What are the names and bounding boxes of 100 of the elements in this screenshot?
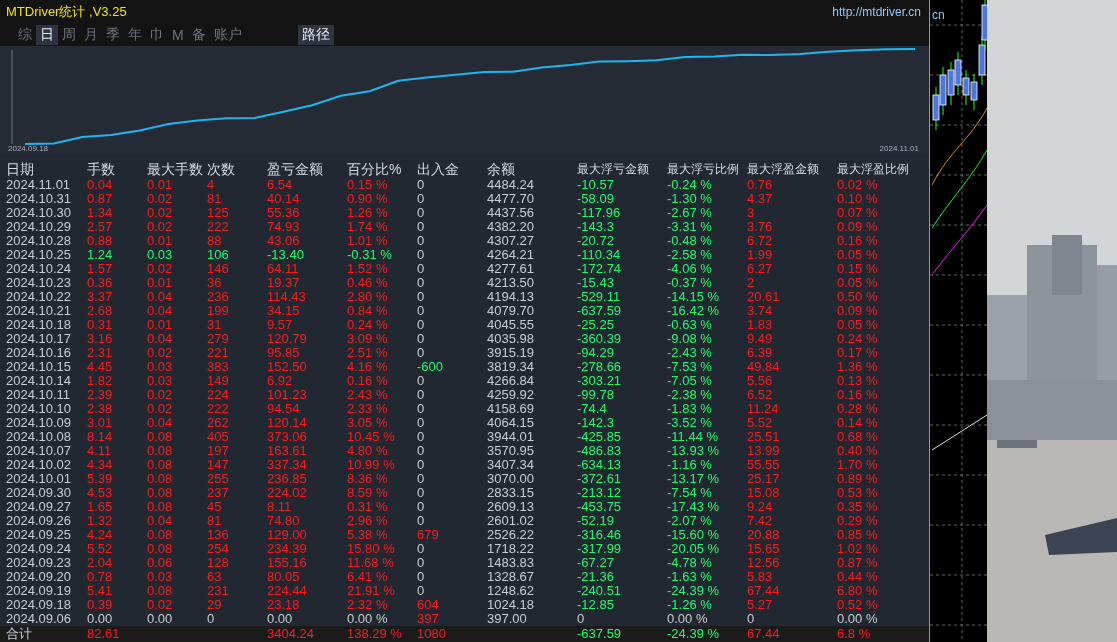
column-header: 出入金: [417, 160, 460, 178]
table-cell-text: 236.85: [267, 472, 308, 486]
table-cell-text: 0.28 %: [837, 402, 879, 416]
table-cell-text: 0.08: [147, 584, 174, 598]
table-cell-text: -58.09: [577, 192, 615, 206]
table-cell-text: 0.44 %: [837, 570, 879, 584]
window-title: MTDriver统计 ,V3.25: [6, 3, 127, 21]
table-cell-text: 2601.02: [487, 514, 535, 528]
table-cell-text: 2024.09.19: [6, 584, 73, 598]
table-cell-text: 0.08: [147, 542, 174, 556]
table-cell-text: 3.74: [747, 304, 774, 318]
period-tab[interactable]: 日: [36, 25, 58, 45]
table-cell-text: 0.04: [87, 178, 114, 192]
table-cell-text: 8.14: [87, 430, 114, 444]
table-cell-text: 2.57: [87, 220, 114, 234]
table-cell-text: 0: [417, 486, 426, 500]
table-cell-text: 0.87: [87, 192, 114, 206]
table-cell-text: 4: [207, 178, 216, 192]
table-cell-text: -486.83: [577, 444, 623, 458]
table-cell-text: -3.52 %: [667, 416, 713, 430]
period-tab[interactable]: 巾: [146, 25, 168, 45]
period-tab[interactable]: 周: [58, 25, 80, 45]
column-header: 百分比%: [347, 160, 403, 178]
indicator-line: [931, 414, 987, 451]
table-cell-text: -14.15 %: [667, 290, 721, 304]
period-tab[interactable]: 备: [187, 25, 210, 45]
table-cell-text: 0: [417, 542, 426, 556]
table-cell-text: -7.53 %: [667, 360, 713, 374]
table-cell-text: 397.00: [487, 612, 528, 626]
table-cell-text: 0.14 %: [837, 416, 879, 430]
period-tab[interactable]: 季: [102, 25, 124, 45]
table-cell-text: 9.57: [267, 318, 294, 332]
table-cell-text: 2.32 %: [347, 598, 389, 612]
table-cell-text: -372.61: [577, 472, 623, 486]
table-cell-text: 0.78: [87, 570, 114, 584]
table-cell-text: 6.41 %: [347, 570, 389, 584]
total-cell-text: 67.44: [747, 627, 781, 641]
table-cell-text: 4264.21: [487, 248, 535, 262]
period-tab[interactable]: 账户: [209, 25, 246, 45]
table-cell-text: 55.36: [267, 206, 301, 220]
period-tab[interactable]: 综: [14, 25, 36, 45]
table-cell-text: 279: [207, 332, 230, 346]
column-header: 最大浮盈金额: [747, 161, 820, 178]
table-cell-text: -24.39 %: [667, 584, 721, 598]
website-link[interactable]: http://mtdriver.cn: [832, 5, 921, 19]
table-cell-text: 221: [207, 346, 230, 360]
table-cell-text: 0.09 %: [837, 304, 879, 318]
table-cell-text: 5.56: [747, 374, 774, 388]
table-cell-text: 199: [207, 304, 230, 318]
table-cell-text: 2024.10.11: [6, 388, 72, 402]
table-cell-text: 0.08: [147, 500, 174, 514]
period-tab[interactable]: 月: [80, 25, 102, 45]
table-cell-text: 2024.10.22: [6, 290, 73, 304]
table-cell-text: -110.34: [577, 248, 622, 262]
table-cell-text: -1.30 %: [667, 192, 713, 206]
table-cell-text: 4259.92: [487, 388, 535, 402]
table-cell-text: 1.52 %: [347, 262, 389, 276]
table-cell-text: 2024.09.27: [6, 500, 73, 514]
table-cell-text: 224: [207, 388, 230, 402]
table-cell-text: 0.00: [267, 612, 294, 626]
period-tab[interactable]: 年: [124, 25, 146, 45]
table-cell-text: 0.02: [147, 388, 174, 402]
table-cell-text: 5.52: [87, 542, 114, 556]
table-cell-text: -2.58 %: [667, 248, 713, 262]
table-cell-text: 0.04: [147, 290, 174, 304]
table-cell-text: 0.35 %: [837, 500, 879, 514]
table-cell-text: -2.67 %: [667, 206, 713, 220]
table-cell-text: 11.68 %: [347, 556, 395, 570]
table-cell-text: 4213.50: [487, 276, 535, 290]
path-button[interactable]: 路径: [297, 25, 334, 45]
table-cell-text: 224.44: [267, 584, 308, 598]
table-cell-text: 2024.09.06: [6, 612, 73, 626]
table-cell-text: 0.02: [147, 206, 174, 220]
table-cell-text: -20.72: [577, 234, 615, 248]
table-cell-text: 2024.10.30: [6, 206, 73, 220]
table-cell-text: 31: [207, 318, 223, 332]
column-header: 最大浮亏比例: [667, 161, 740, 178]
table-cell-text: 0.04: [147, 304, 174, 318]
table-cell-text: 0.05 %: [837, 318, 879, 332]
table-cell-text: -0.31 %: [347, 248, 393, 262]
table-cell-text: 0.01: [147, 276, 174, 290]
column-header: 最大浮亏金额: [577, 161, 650, 178]
table-cell-text: -213.12: [577, 486, 623, 500]
table-cell-text: 0.90 %: [347, 192, 389, 206]
table-cell-text: 2024.09.23: [6, 556, 73, 570]
table-cell-text: 604: [417, 598, 440, 612]
column-header: 最大浮盈比例: [837, 161, 910, 178]
table-cell-text: -634.13: [577, 458, 623, 472]
table-cell-text: 0.08: [147, 444, 174, 458]
table-cell-text: 197: [207, 444, 230, 458]
column-header: 最大手数: [147, 160, 204, 178]
table-cell-text: 3.05 %: [347, 416, 389, 430]
period-tab[interactable]: M: [168, 26, 188, 44]
table-cell-text: -316.46: [577, 528, 623, 542]
table-cell-text: 4.53: [87, 486, 114, 500]
table-cell-text: 4064.15: [487, 416, 535, 430]
table-cell-text: 1.74 %: [347, 220, 389, 234]
table-cell-text: 2526.22: [487, 528, 535, 542]
table-cell-text: 3070.00: [487, 472, 535, 486]
table-cell-text: 236: [207, 290, 230, 304]
